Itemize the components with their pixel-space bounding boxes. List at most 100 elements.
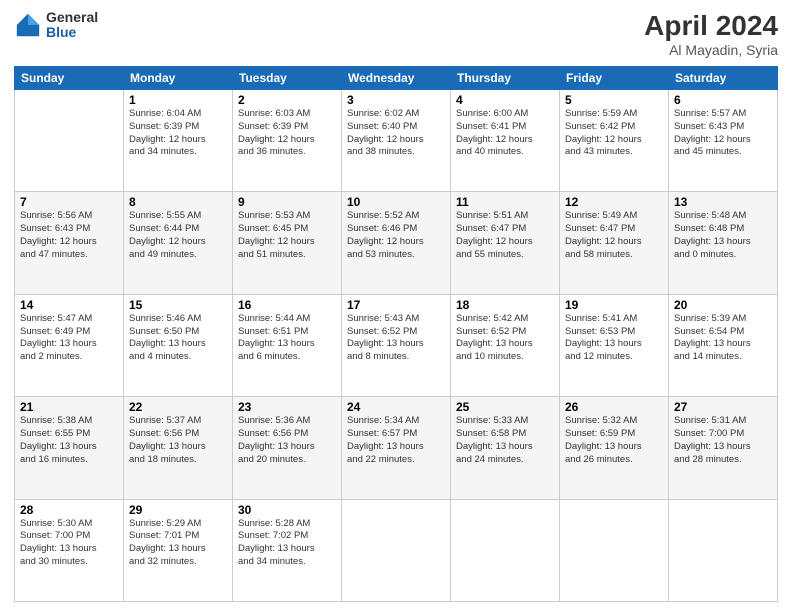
title-section: April 2024 Al Mayadin, Syria: [644, 10, 778, 58]
day-cell: 15Sunrise: 5:46 AM Sunset: 6:50 PM Dayli…: [124, 294, 233, 396]
day-info: Sunrise: 5:42 AM Sunset: 6:52 PM Dayligh…: [456, 313, 554, 364]
day-info: Sunrise: 5:41 AM Sunset: 6:53 PM Dayligh…: [565, 313, 663, 364]
column-header-sunday: Sunday: [15, 67, 124, 90]
day-info: Sunrise: 5:34 AM Sunset: 6:57 PM Dayligh…: [347, 415, 445, 466]
day-info: Sunrise: 5:31 AM Sunset: 7:00 PM Dayligh…: [674, 415, 772, 466]
day-number: 18: [456, 298, 554, 312]
day-info: Sunrise: 5:51 AM Sunset: 6:47 PM Dayligh…: [456, 210, 554, 261]
day-number: 3: [347, 93, 445, 107]
day-cell: 6Sunrise: 5:57 AM Sunset: 6:43 PM Daylig…: [669, 90, 778, 192]
header: General Blue April 2024 Al Mayadin, Syri…: [14, 10, 778, 58]
day-cell: [560, 499, 669, 601]
day-number: 28: [20, 503, 118, 517]
day-cell: 10Sunrise: 5:52 AM Sunset: 6:46 PM Dayli…: [342, 192, 451, 294]
day-cell: 14Sunrise: 5:47 AM Sunset: 6:49 PM Dayli…: [15, 294, 124, 396]
day-cell: 16Sunrise: 5:44 AM Sunset: 6:51 PM Dayli…: [233, 294, 342, 396]
day-cell: 24Sunrise: 5:34 AM Sunset: 6:57 PM Dayli…: [342, 397, 451, 499]
day-number: 23: [238, 400, 336, 414]
day-number: 7: [20, 195, 118, 209]
day-number: 21: [20, 400, 118, 414]
column-header-monday: Monday: [124, 67, 233, 90]
day-cell: 18Sunrise: 5:42 AM Sunset: 6:52 PM Dayli…: [451, 294, 560, 396]
day-info: Sunrise: 5:39 AM Sunset: 6:54 PM Dayligh…: [674, 313, 772, 364]
day-number: 13: [674, 195, 772, 209]
week-row-1: 1Sunrise: 6:04 AM Sunset: 6:39 PM Daylig…: [15, 90, 778, 192]
day-info: Sunrise: 5:28 AM Sunset: 7:02 PM Dayligh…: [238, 518, 336, 569]
day-cell: 19Sunrise: 5:41 AM Sunset: 6:53 PM Dayli…: [560, 294, 669, 396]
day-info: Sunrise: 5:46 AM Sunset: 6:50 PM Dayligh…: [129, 313, 227, 364]
day-cell: 21Sunrise: 5:38 AM Sunset: 6:55 PM Dayli…: [15, 397, 124, 499]
day-number: 1: [129, 93, 227, 107]
day-cell: 23Sunrise: 5:36 AM Sunset: 6:56 PM Dayli…: [233, 397, 342, 499]
logo-text: General Blue: [46, 10, 98, 41]
day-number: 10: [347, 195, 445, 209]
day-cell: 13Sunrise: 5:48 AM Sunset: 6:48 PM Dayli…: [669, 192, 778, 294]
day-number: 8: [129, 195, 227, 209]
column-header-friday: Friday: [560, 67, 669, 90]
day-cell: 1Sunrise: 6:04 AM Sunset: 6:39 PM Daylig…: [124, 90, 233, 192]
week-row-4: 21Sunrise: 5:38 AM Sunset: 6:55 PM Dayli…: [15, 397, 778, 499]
day-cell: 4Sunrise: 6:00 AM Sunset: 6:41 PM Daylig…: [451, 90, 560, 192]
logo: General Blue: [14, 10, 98, 41]
day-number: 29: [129, 503, 227, 517]
logo-blue: Blue: [46, 25, 98, 40]
day-cell: 9Sunrise: 5:53 AM Sunset: 6:45 PM Daylig…: [233, 192, 342, 294]
logo-icon: [14, 11, 42, 39]
day-cell: 2Sunrise: 6:03 AM Sunset: 6:39 PM Daylig…: [233, 90, 342, 192]
day-number: 9: [238, 195, 336, 209]
day-info: Sunrise: 5:32 AM Sunset: 6:59 PM Dayligh…: [565, 415, 663, 466]
day-info: Sunrise: 5:56 AM Sunset: 6:43 PM Dayligh…: [20, 210, 118, 261]
day-number: 2: [238, 93, 336, 107]
day-info: Sunrise: 5:55 AM Sunset: 6:44 PM Dayligh…: [129, 210, 227, 261]
day-info: Sunrise: 5:38 AM Sunset: 6:55 PM Dayligh…: [20, 415, 118, 466]
week-row-3: 14Sunrise: 5:47 AM Sunset: 6:49 PM Dayli…: [15, 294, 778, 396]
day-info: Sunrise: 5:37 AM Sunset: 6:56 PM Dayligh…: [129, 415, 227, 466]
day-info: Sunrise: 6:02 AM Sunset: 6:40 PM Dayligh…: [347, 108, 445, 159]
column-header-thursday: Thursday: [451, 67, 560, 90]
day-number: 19: [565, 298, 663, 312]
day-cell: 12Sunrise: 5:49 AM Sunset: 6:47 PM Dayli…: [560, 192, 669, 294]
day-cell: 17Sunrise: 5:43 AM Sunset: 6:52 PM Dayli…: [342, 294, 451, 396]
day-info: Sunrise: 5:30 AM Sunset: 7:00 PM Dayligh…: [20, 518, 118, 569]
day-cell: 25Sunrise: 5:33 AM Sunset: 6:58 PM Dayli…: [451, 397, 560, 499]
day-cell: [15, 90, 124, 192]
day-info: Sunrise: 5:44 AM Sunset: 6:51 PM Dayligh…: [238, 313, 336, 364]
week-row-5: 28Sunrise: 5:30 AM Sunset: 7:00 PM Dayli…: [15, 499, 778, 601]
day-info: Sunrise: 5:48 AM Sunset: 6:48 PM Dayligh…: [674, 210, 772, 261]
day-number: 20: [674, 298, 772, 312]
day-cell: 27Sunrise: 5:31 AM Sunset: 7:00 PM Dayli…: [669, 397, 778, 499]
day-number: 4: [456, 93, 554, 107]
day-cell: 28Sunrise: 5:30 AM Sunset: 7:00 PM Dayli…: [15, 499, 124, 601]
day-cell: [669, 499, 778, 601]
header-row: SundayMondayTuesdayWednesdayThursdayFrid…: [15, 67, 778, 90]
day-number: 26: [565, 400, 663, 414]
day-number: 24: [347, 400, 445, 414]
day-info: Sunrise: 6:04 AM Sunset: 6:39 PM Dayligh…: [129, 108, 227, 159]
day-cell: 30Sunrise: 5:28 AM Sunset: 7:02 PM Dayli…: [233, 499, 342, 601]
day-info: Sunrise: 6:00 AM Sunset: 6:41 PM Dayligh…: [456, 108, 554, 159]
day-info: Sunrise: 5:49 AM Sunset: 6:47 PM Dayligh…: [565, 210, 663, 261]
column-header-saturday: Saturday: [669, 67, 778, 90]
day-info: Sunrise: 5:33 AM Sunset: 6:58 PM Dayligh…: [456, 415, 554, 466]
day-number: 11: [456, 195, 554, 209]
day-info: Sunrise: 5:59 AM Sunset: 6:42 PM Dayligh…: [565, 108, 663, 159]
day-number: 6: [674, 93, 772, 107]
day-info: Sunrise: 5:53 AM Sunset: 6:45 PM Dayligh…: [238, 210, 336, 261]
day-number: 30: [238, 503, 336, 517]
day-number: 27: [674, 400, 772, 414]
day-number: 15: [129, 298, 227, 312]
column-header-wednesday: Wednesday: [342, 67, 451, 90]
day-cell: 26Sunrise: 5:32 AM Sunset: 6:59 PM Dayli…: [560, 397, 669, 499]
day-info: Sunrise: 5:52 AM Sunset: 6:46 PM Dayligh…: [347, 210, 445, 261]
day-info: Sunrise: 5:29 AM Sunset: 7:01 PM Dayligh…: [129, 518, 227, 569]
day-number: 22: [129, 400, 227, 414]
day-cell: 29Sunrise: 5:29 AM Sunset: 7:01 PM Dayli…: [124, 499, 233, 601]
day-number: 17: [347, 298, 445, 312]
day-cell: 11Sunrise: 5:51 AM Sunset: 6:47 PM Dayli…: [451, 192, 560, 294]
day-info: Sunrise: 5:43 AM Sunset: 6:52 PM Dayligh…: [347, 313, 445, 364]
day-cell: [342, 499, 451, 601]
day-cell: 8Sunrise: 5:55 AM Sunset: 6:44 PM Daylig…: [124, 192, 233, 294]
day-number: 16: [238, 298, 336, 312]
day-number: 5: [565, 93, 663, 107]
week-row-2: 7Sunrise: 5:56 AM Sunset: 6:43 PM Daylig…: [15, 192, 778, 294]
